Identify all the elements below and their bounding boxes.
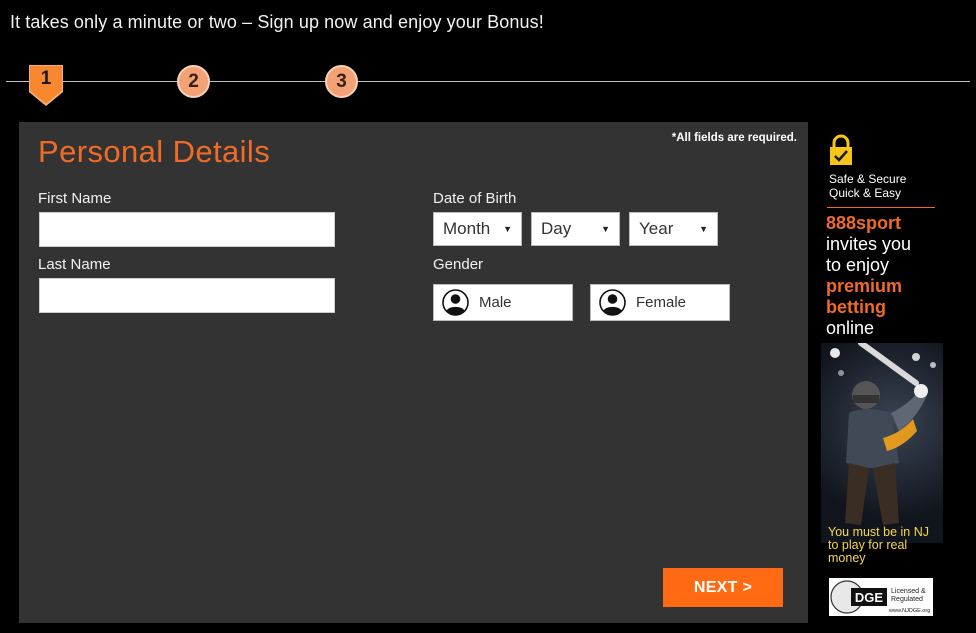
dob-year-value: Year (639, 219, 674, 238)
nj-location-notice: You must be in NJ to play for real money (828, 525, 929, 565)
gender-female-label: Female (636, 294, 687, 311)
stepper-line (6, 81, 970, 82)
sidebar-divider (827, 207, 935, 208)
promo-line-to-enjoy: to enjoy (826, 255, 890, 275)
step-3-circle: 3 (325, 65, 358, 98)
promo-line-betting: betting (826, 297, 886, 317)
badge-text-2: Regulated (891, 596, 923, 603)
promo-line-invites: invites you (826, 234, 912, 254)
dge-licensed-badge: DGE Licensed & Regulated www.NJDGE.org (829, 578, 933, 616)
last-name-label: Last Name (38, 256, 111, 273)
lock-icon (829, 134, 853, 171)
registration-form-panel: Personal Details *All fields are require… (19, 122, 808, 623)
gender-female-option[interactable]: Female (590, 284, 730, 321)
dob-year-select[interactable]: Year ▼ (629, 212, 718, 246)
quick-easy-text: Quick & Easy (829, 186, 902, 200)
user-avatar-icon (599, 289, 626, 316)
safe-secure-text: Safe & Secure (829, 172, 907, 186)
dob-day-value: Day (541, 219, 572, 238)
badge-text-1: Licensed & (891, 588, 926, 595)
step-1-number: 1 (40, 68, 52, 89)
dob-day-select[interactable]: Day ▼ (531, 212, 620, 246)
step-1-active-marker: 1 (29, 65, 63, 107)
last-name-input[interactable] (39, 278, 335, 313)
promo-line-premium: premium (826, 276, 903, 296)
dob-month-value: Month (443, 219, 491, 238)
dge-logo-text: DGE (855, 590, 884, 605)
first-name-label: First Name (38, 190, 112, 207)
baseball-player-image (821, 343, 943, 543)
brand-name: 888sport (826, 213, 902, 233)
caret-down-icon: ▼ (503, 224, 512, 234)
first-name-input[interactable] (39, 212, 335, 247)
promo-sidebar: Safe & Secure Quick & Easy 888sport invi… (821, 126, 943, 626)
step-2-circle: 2 (177, 65, 210, 98)
user-avatar-icon (442, 289, 469, 316)
gender-male-option[interactable]: Male (433, 284, 573, 321)
dob-month-select[interactable]: Month ▼ (433, 212, 522, 246)
form-title: Personal Details (38, 134, 271, 169)
badge-url: www.NJDGE.org (888, 608, 930, 614)
caret-down-icon: ▼ (699, 224, 708, 234)
dob-label: Date of Birth (433, 190, 517, 207)
gender-male-label: Male (479, 294, 512, 311)
next-button[interactable]: NEXT > (663, 568, 783, 607)
promo-line-online: online (826, 318, 875, 338)
page-tagline: It takes only a minute or two – Sign up … (10, 12, 544, 32)
required-fields-note: *All fields are required. (671, 132, 797, 144)
caret-down-icon: ▼ (601, 224, 610, 234)
gender-label: Gender (433, 256, 484, 273)
